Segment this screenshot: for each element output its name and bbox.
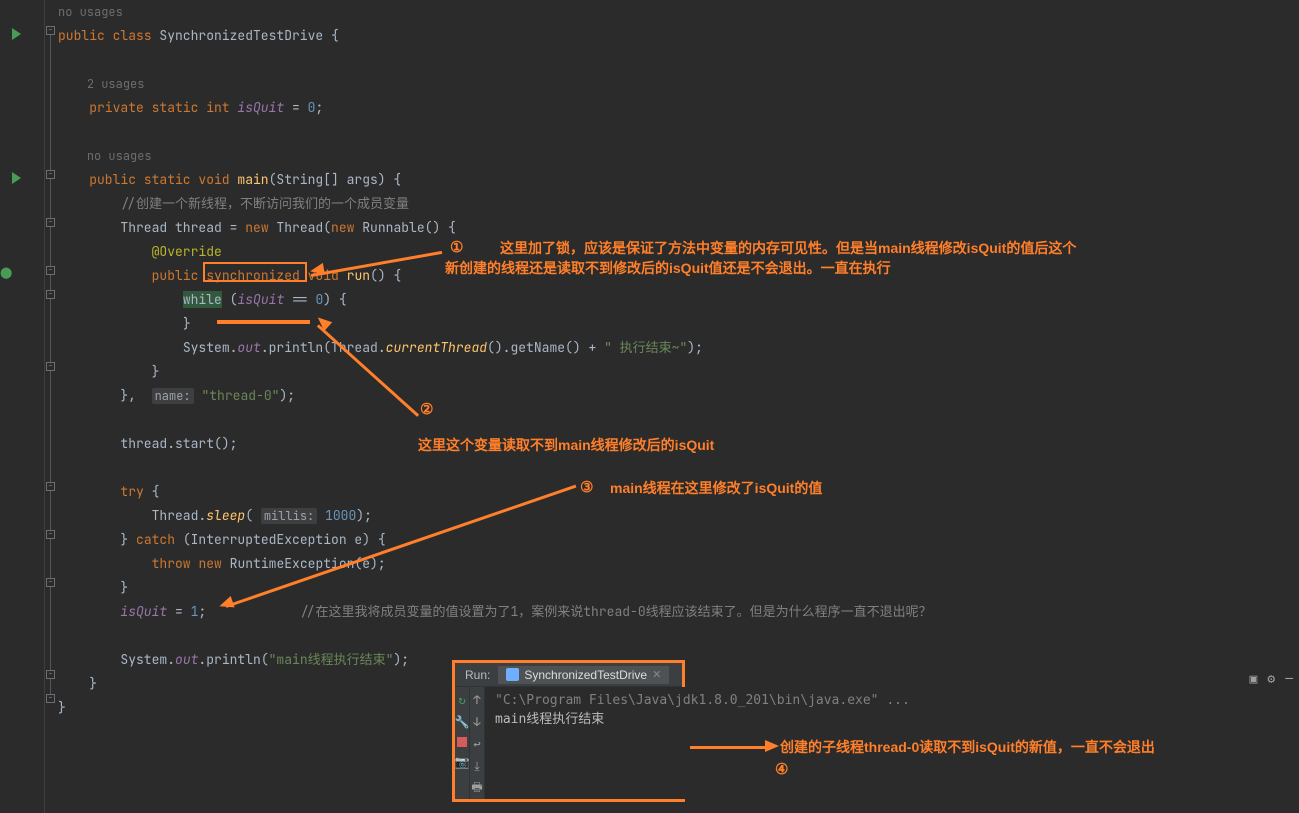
output-line: "C:\Program Files\Java\jdk1.8.0_201\bin\…: [495, 693, 910, 708]
fold-toggle[interactable]: −: [46, 670, 55, 679]
camera-icon[interactable]: 📷: [455, 755, 469, 769]
fold-toggle[interactable]: −: [46, 578, 55, 587]
run-main-icon[interactable]: [12, 172, 21, 184]
gear-icon[interactable]: ⚙: [1267, 670, 1275, 687]
code-line: } catch (InterruptedException e) {: [58, 528, 1299, 552]
annotation-marker-3: ③: [580, 478, 593, 496]
editor-gutter: [0, 0, 44, 813]
code-line: System.out.println(Thread.currentThread(…: [58, 336, 1299, 360]
annotation-marker-4: ④: [775, 760, 788, 778]
rerun-icon[interactable]: ↻: [455, 693, 469, 707]
usage-hint: 2 usages: [58, 72, 1299, 96]
down-icon[interactable]: ↓: [470, 715, 484, 729]
minimize-icon[interactable]: —: [1285, 670, 1293, 687]
close-icon[interactable]: ✕: [652, 668, 661, 681]
stop-icon[interactable]: [457, 737, 467, 747]
run-tab[interactable]: SynchronizedTestDrive ✕: [498, 666, 669, 684]
run-class-icon[interactable]: [12, 28, 21, 40]
fold-toggle[interactable]: −: [46, 482, 55, 491]
annotation-text-1b: 新创建的线程还是读取不到修改后的isQuit值还是不会退出。一直在执行: [445, 258, 891, 278]
code-line: }, name: "thread-0");: [58, 384, 1299, 408]
run-toolbar-secondary: ↑ ↓ ↩ ⤓ 🖶: [470, 687, 485, 799]
code-line: isQuit = 1; //在这里我将成员变量的值设置为了1，案例来说threa…: [58, 600, 1299, 624]
annotation-text-4: 创建的子线程thread-0读取不到isQuit的新值，一直不会退出: [780, 737, 1155, 757]
run-label: Run:: [465, 668, 490, 682]
annotation-arrow-4: [690, 746, 772, 749]
code-line: private static int isQuit = 0;: [58, 96, 1299, 120]
java-config-icon: [506, 668, 519, 681]
usage-hint: no usages: [58, 144, 1299, 168]
softwrap-icon[interactable]: ↩: [470, 737, 484, 751]
code-line: Thread.sleep( millis: 1000);: [58, 504, 1299, 528]
code-line: //创建一个新线程，不断访问我们的一个成员变量: [58, 192, 1299, 216]
code-line: throw new RuntimeException(e);: [58, 552, 1299, 576]
fold-column: − − − − − − − − − − −: [45, 0, 59, 813]
run-tool-window: Run: SynchronizedTestDrive ✕ ↻ 🔧 📷 ↑ ↓ ↩…: [452, 660, 685, 802]
fold-toggle[interactable]: −: [46, 266, 55, 275]
annotation-marker-1: ①: [450, 238, 463, 256]
code-line: }: [58, 576, 1299, 600]
wrench-icon[interactable]: 🔧: [455, 715, 469, 729]
fold-toggle[interactable]: −: [46, 26, 55, 35]
layout-icon[interactable]: ▣: [1250, 670, 1258, 687]
fold-toggle[interactable]: −: [46, 362, 55, 371]
vcs-modified-marker: ⬤: [0, 266, 10, 280]
code-line: Thread thread = new Thread(new Runnable(…: [58, 216, 1299, 240]
usage-hint: no usages: [58, 0, 1299, 24]
up-icon[interactable]: ↑: [470, 693, 484, 707]
scroll-end-icon[interactable]: ⤓: [470, 759, 484, 773]
code-line: }: [58, 312, 1299, 336]
code-line: public class SynchronizedTestDrive {: [58, 24, 1299, 48]
tool-window-top-icons: ▣ ⚙ —: [1250, 670, 1293, 687]
annotation-text-1a: 这里加了锁，应该是保证了方法中变量的内存可见性。但是当main线程修改isQui…: [500, 238, 1076, 258]
code-line: }: [58, 360, 1299, 384]
fold-toggle[interactable]: −: [46, 530, 55, 539]
annotation-text-2: 这里这个变量读取不到main线程修改后的isQuit: [418, 435, 714, 455]
fold-toggle[interactable]: −: [46, 170, 55, 179]
annotation-text-3: main线程在这里修改了isQuit的值: [610, 478, 822, 498]
code-line: public static void main(String[] args) {: [58, 168, 1299, 192]
annotation-arrowhead-4: [765, 740, 779, 752]
run-toolbar-primary: ↻ 🔧 📷: [455, 687, 470, 799]
code-line: while (isQuit == 0) {: [58, 288, 1299, 312]
run-tab-label: SynchronizedTestDrive: [524, 668, 647, 682]
annotation-marker-2: ②: [420, 400, 433, 418]
annotation-arrowhead-1: [309, 263, 325, 277]
print-icon[interactable]: 🖶: [470, 781, 484, 795]
run-header: Run: SynchronizedTestDrive ✕: [455, 663, 682, 687]
fold-toggle[interactable]: −: [46, 694, 55, 703]
output-line: main线程执行结束: [495, 712, 604, 727]
fold-toggle[interactable]: −: [46, 218, 55, 227]
fold-toggle[interactable]: −: [46, 290, 55, 299]
